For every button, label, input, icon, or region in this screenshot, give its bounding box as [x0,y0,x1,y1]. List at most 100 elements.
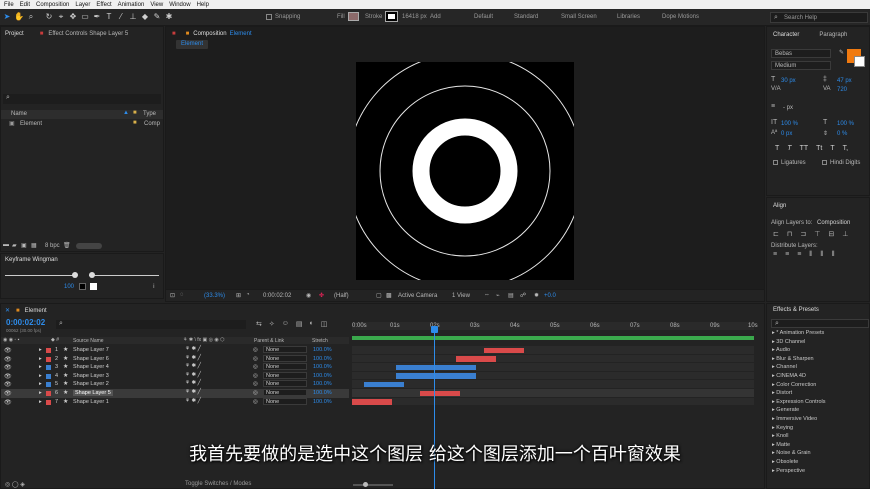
align-to-dropdown[interactable]: Composition [817,220,850,226]
timeline-track[interactable] [352,371,754,381]
timeline-icon[interactable]: ▤ [508,292,514,299]
font-family-dropdown[interactable]: Bebas [775,51,792,57]
timeline-track[interactable] [352,397,754,407]
timeline-current-time[interactable]: 0:00:02:02 [6,318,45,327]
menu-help[interactable]: Help [197,2,209,8]
wingman-color-swatch-2[interactable] [90,283,97,290]
grid-icon[interactable]: ⊞ [236,292,241,299]
playhead-handle[interactable] [431,326,438,333]
search-help-field[interactable]: ⌕ Search Help [770,12,868,23]
timeline-track[interactable] [352,354,754,364]
subscript-button[interactable]: T, [843,145,848,154]
effects-category-item[interactable]: ▸ Color Correction [772,382,816,388]
layer-label-color[interactable] [46,356,51,362]
stretch-value[interactable]: 100.0% [313,399,332,405]
parent-pickwhip-icon[interactable]: ◎ [253,364,258,370]
tab-composition-name[interactable]: Element [230,31,252,37]
clone-stamp-tool-icon[interactable]: ⊥ [128,12,138,22]
all-caps-button[interactable]: TT [800,145,809,154]
layer-name[interactable]: Shape Layer 3 [73,373,109,379]
tab-effect-controls[interactable]: Effect Controls Shape Layer 5 [48,31,128,37]
distribute-right-icon[interactable]: ⦀ [831,251,834,259]
zoom-tool-icon[interactable]: ⌕ [26,12,36,22]
selection-tool-icon[interactable]: ➤ [2,12,12,22]
effects-category-item[interactable]: ▸ 3D Channel [772,339,805,345]
draft-3d-icon[interactable]: ✧ [269,320,275,330]
timeline-layer-row[interactable]: 👁 ▸ 1 ★ Shape Layer 7 ⚘ ✱ ╱ ◎ None 100.0% [1,346,349,355]
zoom-slider-handle[interactable] [363,482,368,487]
faux-italic-button[interactable]: T [787,145,791,154]
new-folder-icon[interactable]: ▰ [12,242,17,249]
baseline-shift-value[interactable]: 0 px [781,131,792,137]
wingman-slider-track[interactable] [5,275,77,276]
layer-duration-bar[interactable] [352,399,392,405]
superscript-button[interactable]: T [830,145,834,154]
add-label[interactable]: Add [430,14,441,20]
project-search-field[interactable]: ⌕ [3,94,161,104]
distribute-vcenter-icon[interactable]: ≡ [785,251,789,259]
pan-behind-tool-icon[interactable]: ✥ [68,12,78,22]
distribute-top-icon[interactable]: ≡ [773,251,777,259]
timeline-track[interactable] [352,380,754,389]
expand-arrow-icon[interactable]: ▸ [39,390,42,396]
exposure-value[interactable]: +0.0 [544,293,556,299]
bpc-label[interactable]: 8 bpc [45,243,60,249]
menu-edit[interactable]: Edit [20,2,30,8]
current-time-display[interactable]: 0:00:02:02 [263,293,291,299]
font-style-dropdown[interactable]: Medium [775,63,796,69]
expand-arrow-icon[interactable]: ▸ [39,399,42,405]
close-tab-icon[interactable]: ✕ [5,307,10,314]
workspace-default[interactable]: Default [474,14,493,20]
stretch-header[interactable]: Stretch [312,338,328,344]
layer-label-color[interactable] [46,399,51,405]
layer-name[interactable]: Shape Layer 5 [73,390,113,396]
stretch-value[interactable]: 100.0% [313,356,332,362]
parent-pickwhip-icon[interactable]: ◎ [253,347,258,353]
visibility-eye-icon[interactable]: 👁 [4,399,12,406]
stretch-value[interactable]: 100.0% [313,381,332,387]
effects-category-item[interactable]: ▸ Generate [772,407,799,413]
visibility-eye-icon[interactable]: 👁 [4,373,12,380]
shy-layers-icon[interactable]: ☺ [282,320,289,330]
workspace-standard[interactable]: Standard [514,14,538,20]
flowchart-icon[interactable]: ☍ [520,292,526,299]
layer-switches-icon[interactable]: ⚘ ✱ ╱ [185,346,201,352]
stretch-value[interactable]: 100.0% [313,373,332,379]
project-settings-icon[interactable]: ▦ [31,242,37,249]
rectangle-tool-icon[interactable]: ▭ [80,12,90,22]
puppet-tool-icon[interactable]: ✱ [164,12,174,22]
layer-name[interactable]: Shape Layer 2 [73,381,109,387]
layer-duration-bar[interactable] [364,381,404,388]
visibility-eye-icon[interactable]: 👁 [4,347,12,354]
frame-blending-icon[interactable]: ▤ [296,320,303,330]
align-bottom-icon[interactable]: ⊥ [842,230,848,238]
menu-view[interactable]: View [150,2,163,8]
visibility-eye-icon[interactable]: 👁 [4,381,12,388]
snapshot-icon[interactable]: ◉ [306,292,311,299]
distribute-bottom-icon[interactable]: ≡ [797,251,801,259]
layer-duration-bar[interactable] [456,356,496,362]
expand-arrow-icon[interactable]: ▸ [39,347,42,353]
ligatures-checkbox[interactable] [773,160,778,165]
type-tool-icon[interactable]: T [104,12,114,22]
timeline-track[interactable] [352,346,754,355]
layer-switches-icon[interactable]: ⚘ ✱ ╱ [185,355,201,361]
layer-label-color[interactable] [46,365,51,371]
view-layout-dropdown[interactable]: 1 View [452,293,470,299]
eraser-tool-icon[interactable]: ◆ [140,12,150,22]
distribute-hcenter-icon[interactable]: ⦀ [820,251,823,259]
stroke-width-value[interactable]: - px [783,105,793,111]
3d-draft-icon[interactable]: ◌ [180,292,184,298]
timeline-layer-row[interactable]: 👁 ▸ 6 ★ Shape Layer 5 ⚘ ✱ ╱ ◎ None 100.0% [1,389,349,398]
stretch-value[interactable]: 100.0% [313,347,332,353]
timeline-layer-row[interactable]: 👁 ▸ 4 ★ Shape Layer 3 ⚘ ✱ ╱ ◎ None 100.0% [1,371,349,381]
parent-pickwhip-icon[interactable]: ◎ [253,381,258,387]
effects-category-item[interactable]: ▸ Channel [772,364,797,370]
region-of-interest-icon[interactable]: ▢ [376,292,382,299]
pen-tool-icon[interactable]: ✒ [92,12,102,22]
menu-effect[interactable]: Effect [96,2,111,8]
snapping-checkbox[interactable] [266,14,272,20]
visibility-eye-icon[interactable]: 👁 [4,390,12,397]
stretch-value[interactable]: 100.0% [313,364,332,370]
thumbnail-slider[interactable] [76,243,102,249]
